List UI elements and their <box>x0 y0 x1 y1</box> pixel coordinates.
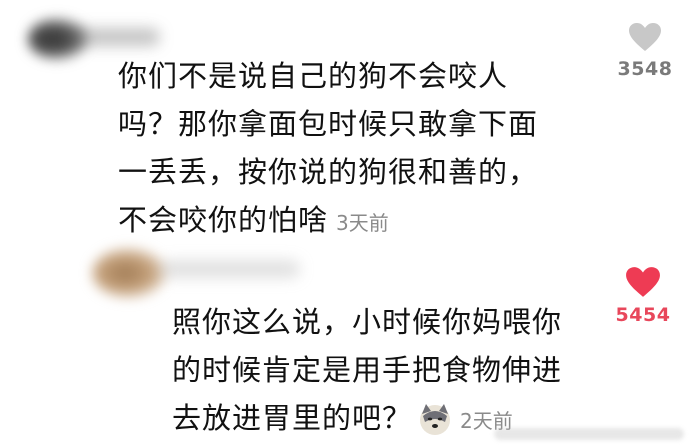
comment-text: 你们不是说自己的狗不会咬人 吗？那你拿面包时候只敢拿下面 一丢丢，按你说的狗很和… <box>118 52 598 247</box>
like-count: 5454 <box>615 304 671 326</box>
like-count: 3548 <box>617 58 673 80</box>
heart-icon <box>629 23 661 51</box>
comment-item: 你们不是说自己的狗不会咬人 吗？那你拿面包时候只敢拿下面 一丢丢，按你说的狗很和… <box>0 0 690 240</box>
blurred-username[interactable] <box>160 260 300 278</box>
heart-icon <box>626 267 660 297</box>
like-button[interactable]: 5454 <box>608 266 678 326</box>
watermark <box>494 428 684 440</box>
comment-text: 照你这么说，小时候你妈喂你 的时候肯定是用手把食物伸进 去放进胃里的吧？ 2天前 <box>172 298 632 445</box>
like-button[interactable]: 3548 <box>610 22 680 80</box>
blurred-avatar-icon[interactable] <box>92 248 166 298</box>
blurred-username[interactable] <box>70 28 160 46</box>
comment-item: 照你这么说，小时候你妈喂你 的时候肯定是用手把食物伸进 去放进胃里的吧？ 2天前… <box>0 240 690 442</box>
comment-time: 3天前 <box>336 211 389 235</box>
doge-emoji-icon <box>420 404 451 435</box>
comment-body: 你们不是说自己的狗不会咬人 吗？那你拿面包时候只敢拿下面 一丢丢，按你说的狗很和… <box>118 59 539 237</box>
